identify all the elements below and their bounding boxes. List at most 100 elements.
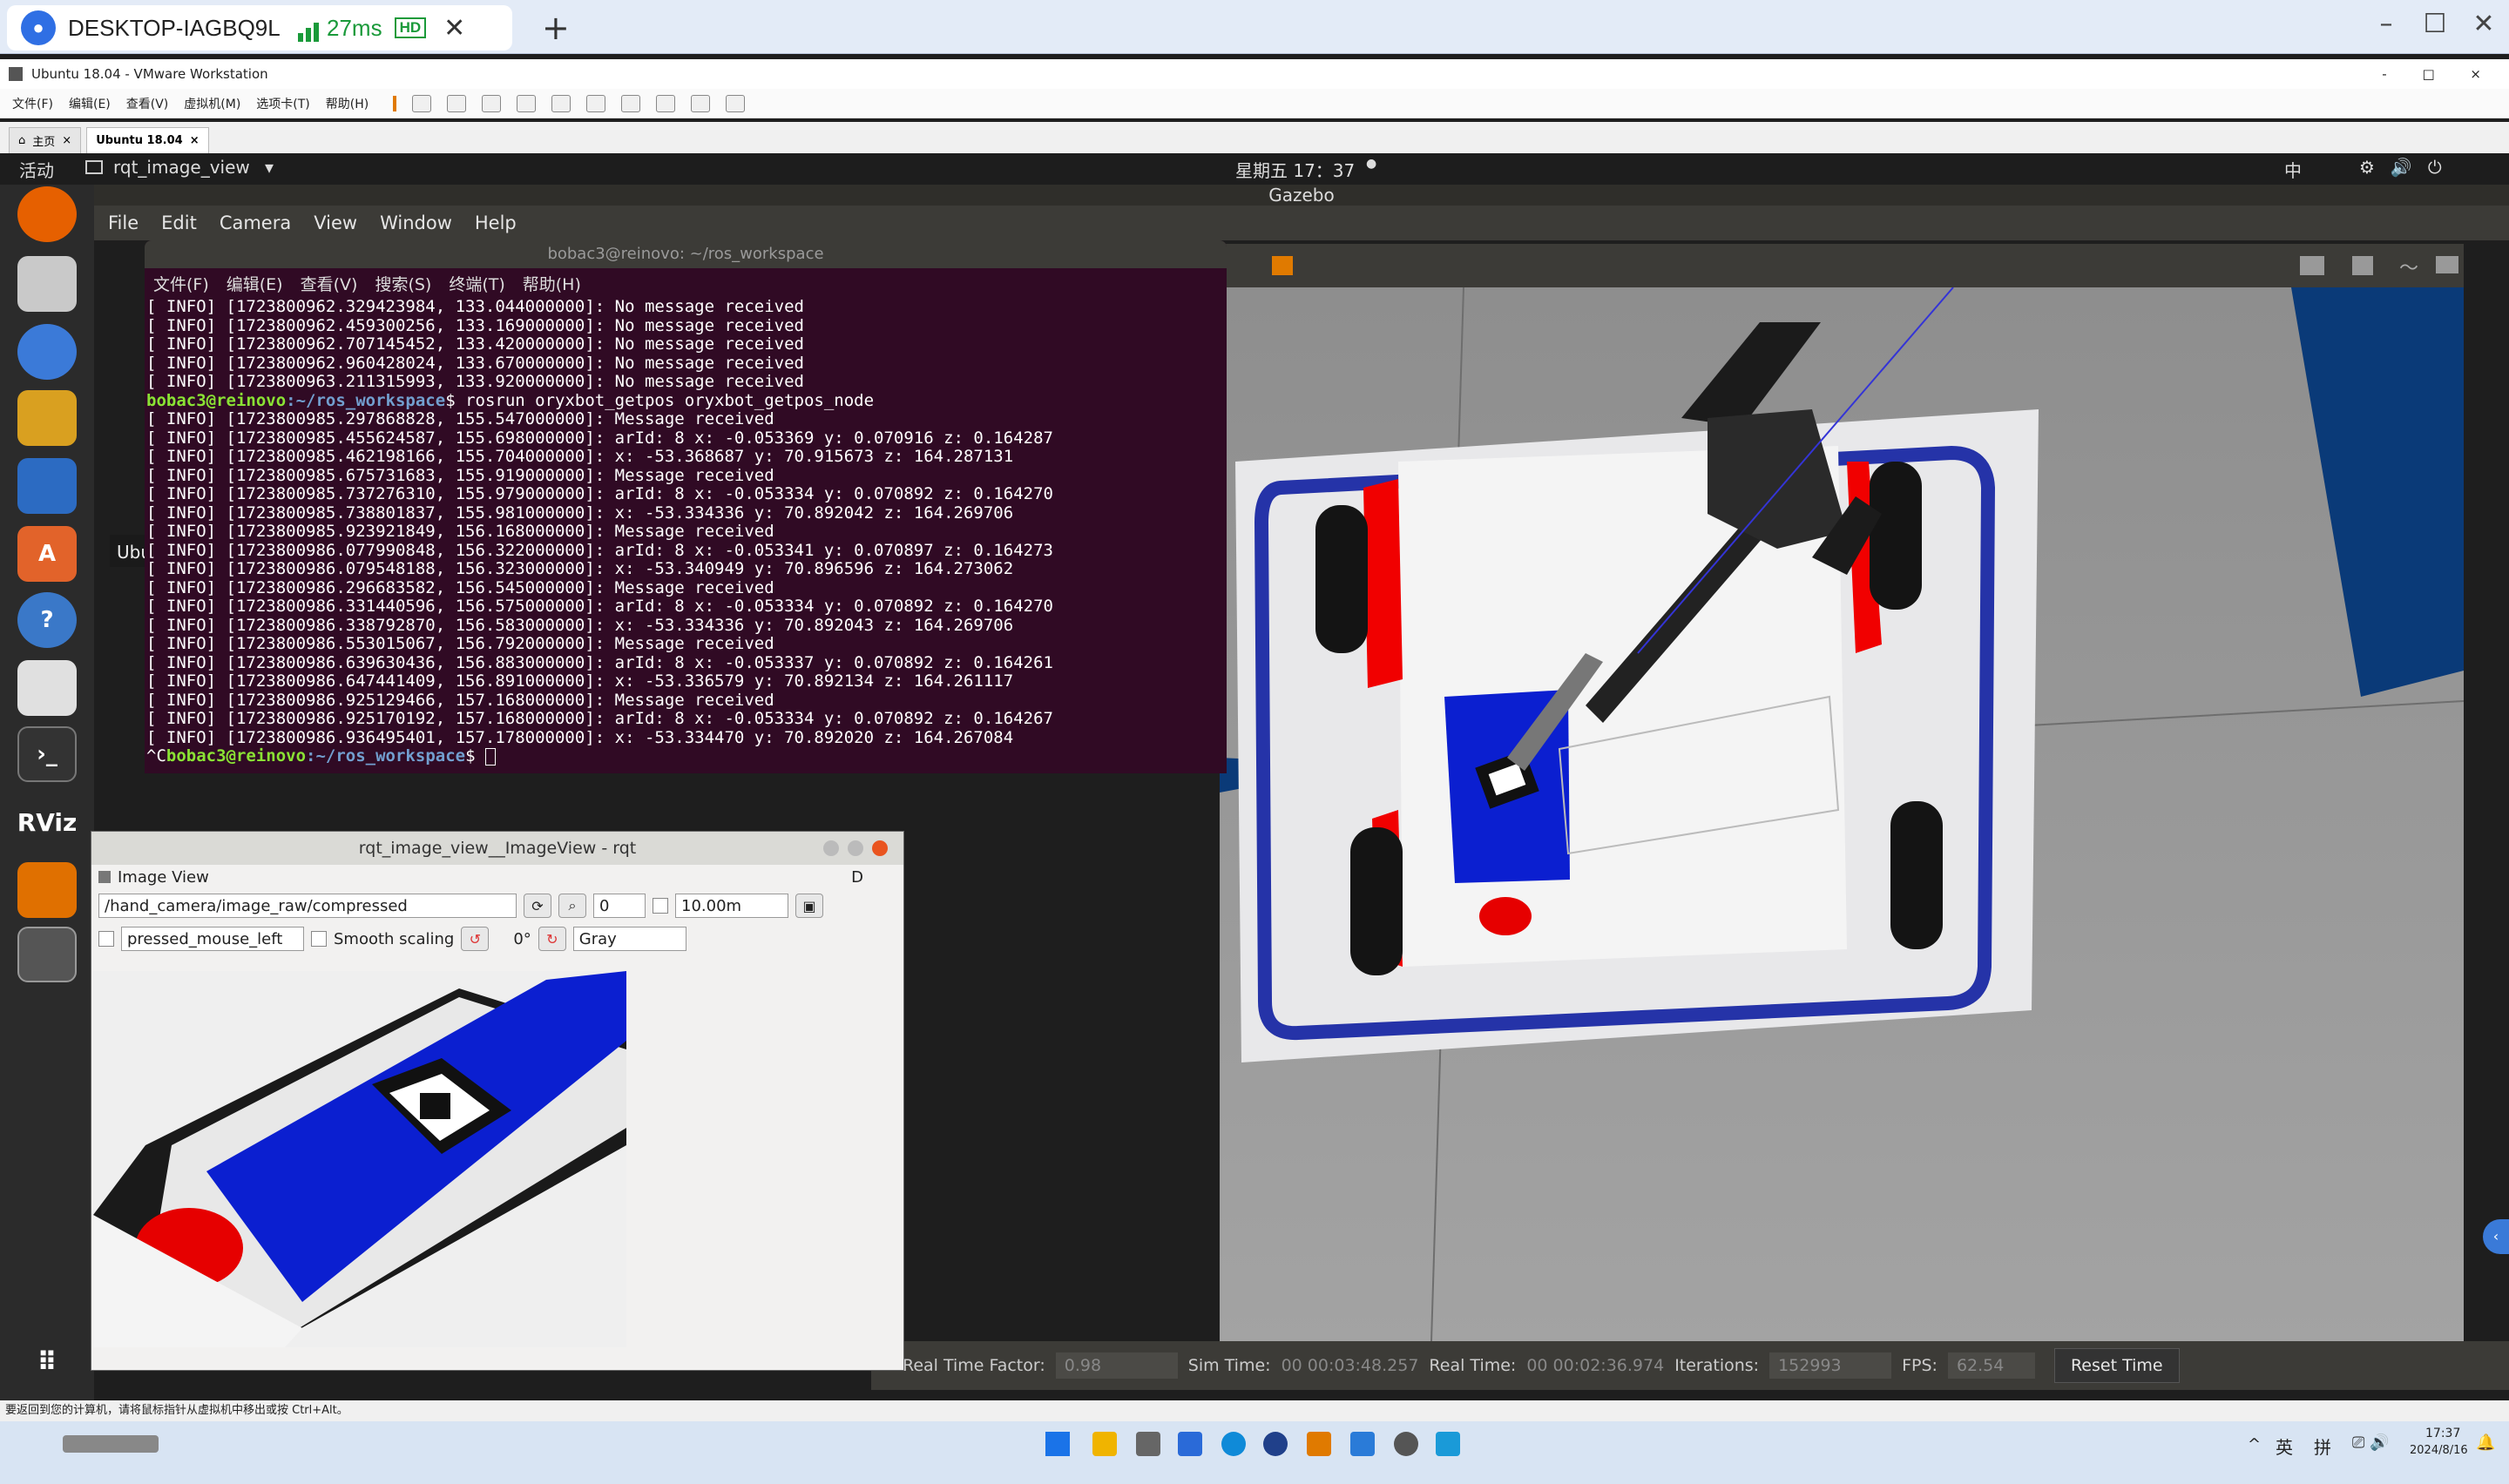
menu-edit[interactable]: 编辑(E) [69,95,111,112]
term-menu-terminal[interactable]: 终端(T) [449,272,504,295]
gazebo-menu-window[interactable]: Window [380,212,452,233]
vmware-taskbar-icon[interactable] [1307,1432,1331,1456]
manage-snapshots-icon[interactable] [517,94,537,112]
reset-time-button[interactable]: Reset Time [2053,1348,2180,1383]
input-method[interactable]: 中 [2284,157,2302,182]
gazebo-menu-help[interactable]: Help [475,212,517,233]
camera-image[interactable] [93,971,626,1347]
pause-icon[interactable] [393,95,397,111]
gazebo-menu-view[interactable]: View [314,212,357,233]
mail-icon[interactable] [1178,1432,1202,1456]
gazebo-menu-camera[interactable]: Camera [220,212,291,233]
remote-session-tab[interactable]: ● DESKTOP-IAGBQ9L 27ms HD ✕ [7,5,512,51]
files-icon[interactable] [17,256,77,312]
console-icon[interactable] [691,94,711,112]
plot-icon[interactable]: 〜 [2399,253,2418,280]
text-editor-icon[interactable] [17,660,77,716]
close-tab-icon[interactable]: ✕ [443,13,465,44]
gazebo-3d-viewport[interactable] [1219,287,2465,1342]
panel-controls[interactable]: D [851,868,863,887]
activities-button[interactable]: 活动 [19,157,54,182]
menu-help[interactable]: 帮助(H) [326,95,369,112]
terminal-output[interactable]: [ INFO] [1723800962.329423984, 133.04400… [145,297,1227,766]
help-icon[interactable]: ? [17,592,77,648]
thumbnail-icon[interactable] [586,94,606,112]
gazebo-menu-file[interactable]: File [108,212,139,233]
writer-icon[interactable] [17,458,77,514]
firefox-icon[interactable] [17,186,77,242]
vmware-window-controls[interactable]: - □ × [2382,66,2497,82]
thunderbird-icon[interactable] [17,324,77,380]
ime-indicator[interactable]: 拼 [2314,1433,2331,1459]
close-window-button[interactable]: ✕ [2462,9,2506,39]
window-icon[interactable] [17,927,77,982]
taskbar-time[interactable]: 17:37 [2425,1427,2460,1440]
gazebo-icon[interactable] [17,862,77,918]
term-menu-view[interactable]: 查看(V) [301,272,358,295]
menu-vm[interactable]: 虚拟机(M) [184,95,240,112]
dist-checkbox[interactable] [653,898,668,914]
explorer-icon[interactable] [1092,1432,1117,1456]
shapes-icon[interactable] [1272,256,1293,275]
refresh-topics-icon[interactable]: ⟳ [524,894,551,918]
terminal-window[interactable]: bobac3@reinovo: ~/ros_workspace 文件(F) 编辑… [145,240,1227,773]
tray-chevron-icon[interactable]: ^ [2248,1435,2261,1454]
send-keys-icon[interactable] [412,94,432,112]
minimize-button[interactable]: – [2364,9,2408,39]
vscode-icon[interactable] [1350,1432,1375,1456]
start-icon[interactable] [1045,1432,1070,1456]
app-icon[interactable] [1263,1432,1288,1456]
rqt-close-button[interactable] [872,840,888,856]
remote-app-icon[interactable] [1436,1432,1460,1456]
taskbar-date[interactable]: 2024/8/16 [2410,1444,2468,1457]
term-menu-help[interactable]: 帮助(H) [523,272,581,295]
smooth-scaling-checkbox[interactable] [311,931,327,947]
gazebo-menu-edit[interactable]: Edit [161,212,197,233]
screenshot-icon[interactable] [2300,256,2324,275]
zoom-icon[interactable]: ⌕ [558,894,586,918]
snapshot-icon[interactable] [447,94,467,112]
fullscreen-icon[interactable] [621,94,641,112]
log-icon[interactable] [2352,256,2373,275]
menu-view[interactable]: 查看(V) [126,95,169,112]
topic-select[interactable]: /hand_camera/image_raw/compressed [98,894,517,918]
new-tab-button[interactable]: + [542,9,570,47]
rqt-minimize-button[interactable] [823,840,839,856]
app-menu[interactable]: rqt_image_view [113,157,250,178]
term-menu-search[interactable]: 搜索(S) [375,272,431,295]
menu-file[interactable]: 文件(F) [12,95,53,112]
unity-icon[interactable] [656,94,676,112]
video-icon[interactable] [2436,256,2458,273]
settings-icon[interactable] [1394,1432,1418,1456]
rviz-icon[interactable]: RViz [17,794,78,850]
show-apps-grid-icon[interactable]: ⠿ [17,1334,77,1390]
menu-tabs[interactable]: 选项卡(T) [256,95,309,112]
number-spinbox[interactable]: 0 [593,894,646,918]
notification-bell-icon[interactable]: 🔔 [2476,1433,2495,1452]
mouse-topic-field[interactable]: pressed_mouse_left [121,927,304,951]
tab-ubuntu[interactable]: Ubuntu 18.04 × [86,127,209,153]
terminal-icon[interactable]: ›_ [17,726,77,782]
maximize-button[interactable]: ☐ [2413,9,2457,39]
term-menu-edit[interactable]: 编辑(E) [227,272,283,295]
tab-home[interactable]: ⌂ 主页 × [9,127,82,153]
rqt-maximize-button[interactable] [848,840,863,856]
rqt-window[interactable]: rqt_image_view__ImageView - rqt Image Vi… [91,831,904,1371]
colormap-select[interactable]: Gray [572,927,686,951]
software-center-icon[interactable]: A [17,526,77,582]
lang-indicator[interactable]: 英 [2276,1433,2293,1459]
clock[interactable]: 星期五 17：37 [1235,157,1355,182]
save-image-icon[interactable]: ▣ [795,894,823,918]
store-icon[interactable] [1136,1432,1160,1456]
rhythmbox-icon[interactable] [17,390,77,446]
dist-spinbox[interactable]: 10.00m [675,894,788,918]
edge-icon[interactable] [1221,1432,1246,1456]
rotate-right-icon[interactable]: ↻ [538,927,566,951]
stretch-icon[interactable] [726,94,746,112]
network-volume-icons[interactable]: ⎚ 🔊 [2352,1433,2390,1452]
mouse-checkbox[interactable] [98,931,114,947]
system-tray-icons[interactable]: ⚙🔊⏻ [2359,157,2458,178]
app-menu-chevron-icon[interactable]: ▾ [265,157,274,178]
taskbar-thumbnail[interactable] [63,1435,159,1453]
revert-snapshot-icon[interactable] [482,94,502,112]
